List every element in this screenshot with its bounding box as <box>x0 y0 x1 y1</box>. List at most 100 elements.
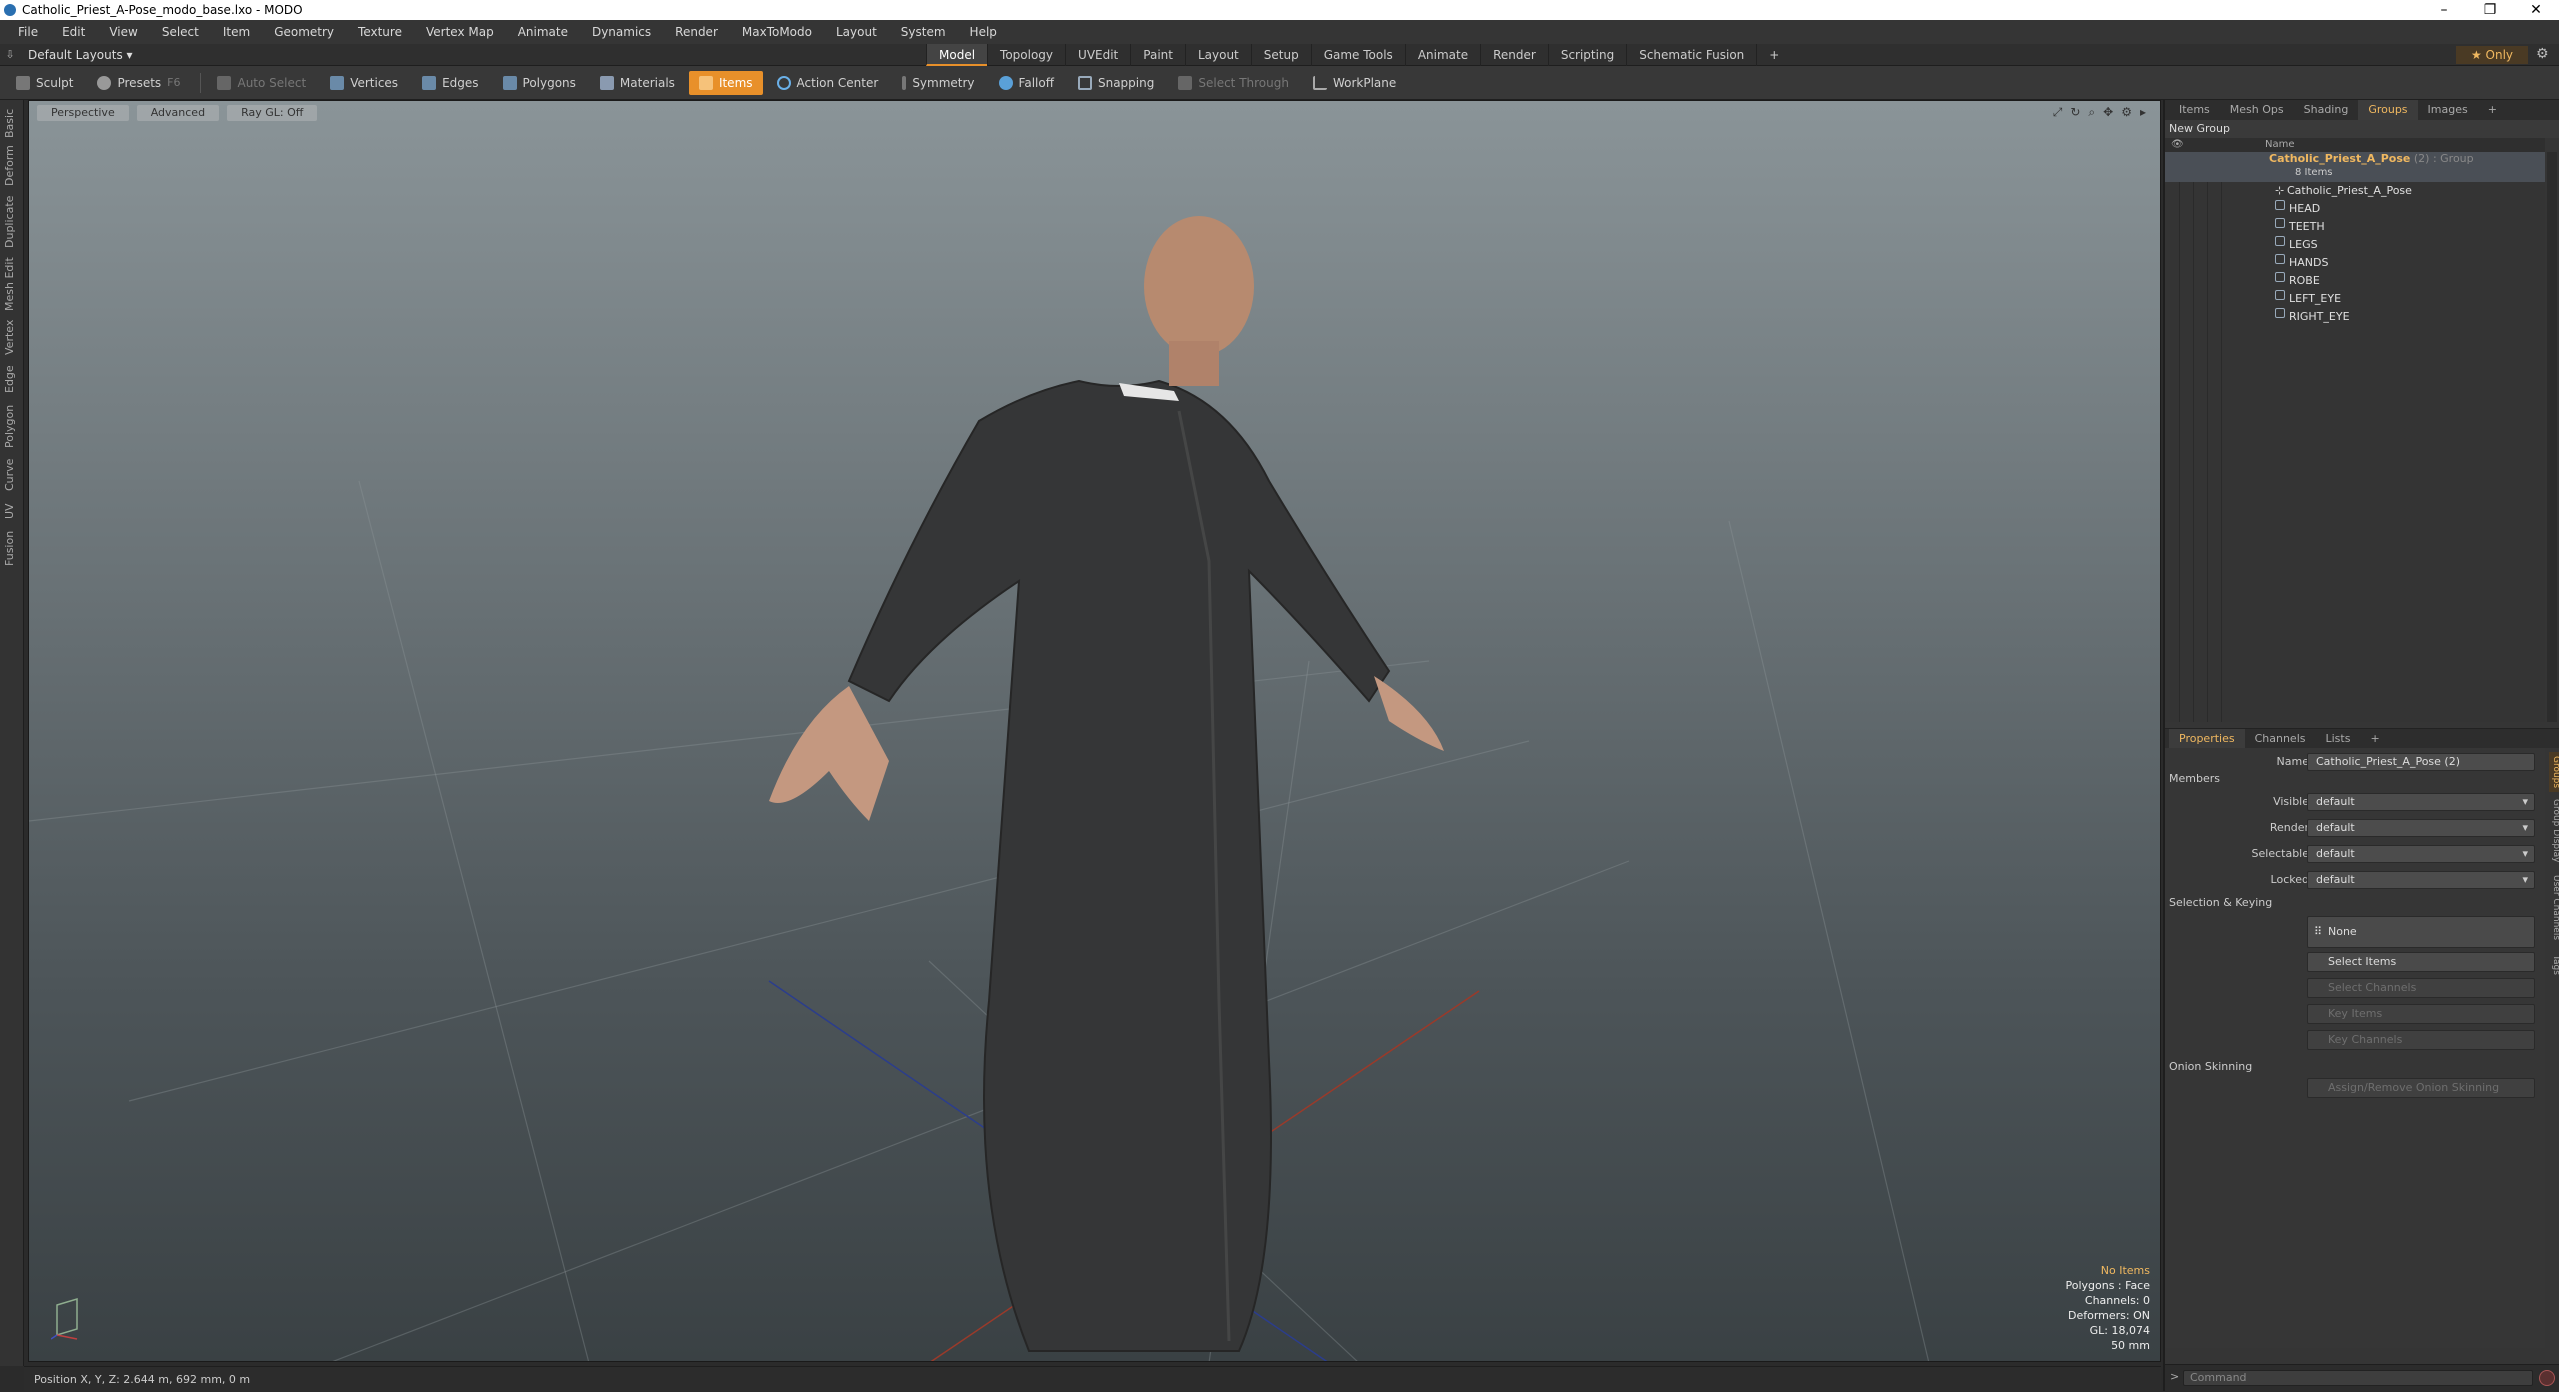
visible-dropdown[interactable]: default <box>2307 793 2535 811</box>
select-items-button[interactable]: Select Items <box>2307 952 2535 972</box>
command-input[interactable]: Command <box>2183 1370 2533 1386</box>
falloff-button[interactable]: Falloff <box>989 71 1064 95</box>
tree-item[interactable]: RIGHT_EYE <box>2165 308 2545 326</box>
fit-view-icon[interactable]: ⤢ <box>2053 105 2063 120</box>
menu-texture[interactable]: Texture <box>346 25 414 39</box>
tab-images[interactable]: Images <box>2418 100 2478 120</box>
tab-render[interactable]: Render <box>1480 44 1548 66</box>
tab-shading[interactable]: Shading <box>2294 100 2359 120</box>
tab-channels[interactable]: Channels <box>2245 729 2316 749</box>
presets-button[interactable]: Presets F6 <box>87 71 190 95</box>
tab-properties[interactable]: Properties <box>2169 728 2245 749</box>
shading-mode-button[interactable]: Advanced <box>136 105 220 121</box>
name-field[interactable]: Catholic_Priest_A_Pose (2) <box>2307 753 2535 771</box>
tab-uv[interactable]: UV <box>3 500 21 522</box>
tab-vertex[interactable]: Vertex <box>3 318 21 356</box>
workplane-button[interactable]: WorkPlane <box>1303 71 1406 95</box>
tab-items[interactable]: Items <box>2169 100 2220 120</box>
add-tab-button[interactable]: + <box>1756 44 1791 66</box>
render-dropdown[interactable]: default <box>2307 819 2535 837</box>
tree-item[interactable]: ROBE <box>2165 272 2545 290</box>
add-panel-tab-button[interactable]: + <box>2478 100 2507 120</box>
tab-paint[interactable]: Paint <box>1130 44 1185 66</box>
command-history-button[interactable] <box>2539 1370 2555 1386</box>
menu-layout[interactable]: Layout <box>824 25 889 39</box>
snapping-button[interactable]: Snapping <box>1068 71 1164 95</box>
tab-polygon[interactable]: Polygon <box>3 402 21 450</box>
new-group-button[interactable]: New Group <box>2165 120 2559 138</box>
add-properties-tab-button[interactable]: + <box>2360 729 2389 749</box>
tree-item[interactable]: LEGS <box>2165 236 2545 254</box>
none-button[interactable]: ⠿ None <box>2307 916 2535 948</box>
rotate-view-icon[interactable]: ↻ <box>2070 105 2080 120</box>
tab-curve[interactable]: Curve <box>3 456 21 494</box>
tab-game-tools[interactable]: Game Tools <box>1310 44 1405 66</box>
tab-uvedit[interactable]: UVEdit <box>1065 44 1130 66</box>
maximize-button[interactable]: ❐ <box>2467 0 2513 20</box>
action-center-button[interactable]: Action Center <box>767 71 889 95</box>
menu-item[interactable]: Item <box>211 25 262 39</box>
tab-edge[interactable]: Edge <box>3 362 21 396</box>
only-button[interactable]: ★ Only <box>2456 46 2528 64</box>
tab-deform[interactable]: Deform <box>3 144 21 188</box>
tab-schematic-fusion[interactable]: Schematic Fusion <box>1626 44 1756 66</box>
menu-geometry[interactable]: Geometry <box>262 25 346 39</box>
menu-render[interactable]: Render <box>663 25 730 39</box>
key-items-button[interactable]: Key Items <box>2307 1004 2535 1024</box>
close-button[interactable]: ✕ <box>2513 0 2559 20</box>
viewport-menu-icon[interactable]: ▸ <box>2140 105 2146 120</box>
raygl-button[interactable]: Ray GL: Off <box>227 105 318 121</box>
tree-item[interactable]: TEETH <box>2165 218 2545 236</box>
onion-skinning-section[interactable]: Onion Skinning <box>2169 1060 2252 1073</box>
tab-model[interactable]: Model <box>926 44 988 66</box>
zoom-view-icon[interactable]: ⌕ <box>2088 105 2095 120</box>
auto-select-button[interactable]: Auto Select <box>207 71 316 95</box>
sculpt-button[interactable]: Sculpt <box>6 71 83 95</box>
members-section[interactable]: Members <box>2169 772 2220 785</box>
minimize-button[interactable]: – <box>2421 0 2467 20</box>
view-type-button[interactable]: Perspective <box>37 105 129 121</box>
key-channels-button[interactable]: Key Channels <box>2307 1030 2535 1050</box>
gear-icon[interactable]: ⚙ <box>2536 46 2549 62</box>
polygons-button[interactable]: Polygons <box>493 71 586 95</box>
tree-item[interactable]: HANDS <box>2165 254 2545 272</box>
tab-lists[interactable]: Lists <box>2316 729 2361 749</box>
menu-file[interactable]: File <box>6 25 50 39</box>
side-tab-group-display[interactable]: Group Display <box>2549 796 2559 866</box>
materials-button[interactable]: Materials <box>590 71 685 95</box>
tab-mesh-edit[interactable]: Mesh Edit <box>3 256 21 312</box>
onion-skinning-button[interactable]: Assign/Remove Onion Skinning <box>2307 1078 2535 1098</box>
layout-selector[interactable]: Default Layouts ▾ <box>20 48 141 62</box>
side-tab-tags[interactable]: Tags <box>2549 950 2559 980</box>
tree-item[interactable]: ⊹ Catholic_Priest_A_Pose <box>2165 182 2545 200</box>
tab-setup[interactable]: Setup <box>1250 44 1311 66</box>
menu-help[interactable]: Help <box>958 25 1009 39</box>
tab-animate[interactable]: Animate <box>1404 44 1480 66</box>
symmetry-button[interactable]: Symmetry <box>892 71 984 95</box>
viewport-settings-icon[interactable]: ⚙ <box>2121 105 2132 120</box>
pan-view-icon[interactable]: ✥ <box>2103 105 2113 120</box>
menu-animate[interactable]: Animate <box>506 25 580 39</box>
selectable-dropdown[interactable]: default <box>2307 845 2535 863</box>
menu-select[interactable]: Select <box>150 25 211 39</box>
tree-item[interactable]: LEFT_EYE <box>2165 290 2545 308</box>
menu-vertex-map[interactable]: Vertex Map <box>414 25 506 39</box>
vertices-button[interactable]: Vertices <box>320 71 408 95</box>
pin-icon[interactable]: ⇩ <box>0 48 20 61</box>
tree-item[interactable]: HEAD <box>2165 200 2545 218</box>
tab-basic[interactable]: Basic <box>3 108 21 138</box>
select-channels-button[interactable]: Select Channels <box>2307 978 2535 998</box>
tab-duplicate[interactable]: Duplicate <box>3 194 21 250</box>
locked-dropdown[interactable]: default <box>2307 871 2535 889</box>
menu-maxtomodo[interactable]: MaxToModo <box>730 25 824 39</box>
tab-scripting[interactable]: Scripting <box>1547 44 1626 66</box>
selection-keying-section[interactable]: Selection & Keying <box>2169 896 2272 909</box>
menu-edit[interactable]: Edit <box>50 25 97 39</box>
tab-layout[interactable]: Layout <box>1184 44 1251 66</box>
3d-viewport[interactable]: Perspective Advanced Ray GL: Off ⤢ ↻ ⌕ ✥… <box>28 100 2161 1362</box>
tree-scrollbar[interactable] <box>2547 152 2557 722</box>
items-button[interactable]: Items <box>688 70 763 95</box>
menu-dynamics[interactable]: Dynamics <box>580 25 663 39</box>
tab-topology[interactable]: Topology <box>987 44 1065 66</box>
tab-groups[interactable]: Groups <box>2358 100 2418 120</box>
